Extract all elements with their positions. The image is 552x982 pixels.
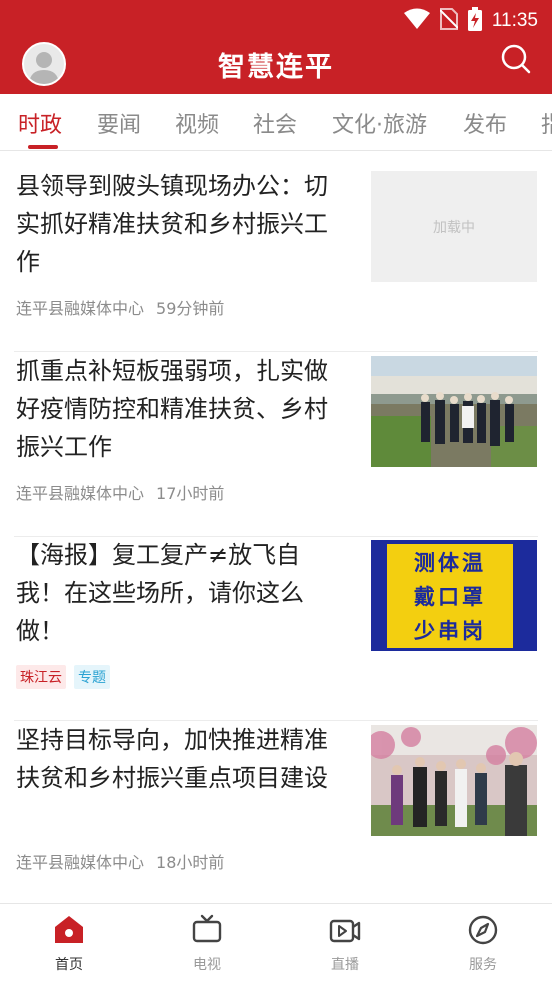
news-thumbnail-photo: [371, 725, 537, 836]
nav-home[interactable]: 首页: [0, 904, 138, 982]
live-video-icon: [329, 919, 361, 943]
news-thumbnail-photo: [371, 356, 537, 467]
news-thumbnail-loading: 加载中: [371, 171, 537, 282]
nav-tv[interactable]: 电视: [138, 904, 276, 982]
search-button[interactable]: [500, 43, 532, 75]
poster-line: 戴口罩: [414, 585, 486, 609]
news-item[interactable]: 县领导到陂头镇现场办公：切实抓好精准扶贫和乡村振兴工作 连平县融媒体中心 59分钟…: [14, 167, 538, 352]
news-tags: 珠江云 专题: [16, 665, 118, 689]
tab-fabu[interactable]: 发布: [463, 107, 507, 139]
tab-wenhua-lvyou[interactable]: 文化·旅游: [332, 107, 427, 139]
news-item[interactable]: 抓重点补短板强弱项，扎实做好疫情防控和精准扶贫、乡村振兴工作 连平县融媒体中心 1…: [14, 352, 538, 537]
news-title: 【海报】复工复产≠放飞自我！在这些场所，请你这么做！: [16, 541, 304, 645]
tab-shizheng[interactable]: 时政: [18, 107, 62, 139]
news-time: 18小时前: [156, 853, 225, 872]
status-time: 11:35: [491, 10, 538, 31]
battery-charging-icon: [467, 7, 482, 35]
tag-zhujiangyun: 珠江云: [16, 665, 66, 689]
home-icon: [55, 916, 83, 943]
tab-shehui[interactable]: 社会: [253, 107, 297, 139]
nav-service[interactable]: 服务: [414, 904, 552, 982]
tab-shipin[interactable]: 视频: [175, 107, 219, 139]
tag-zhuanti: 专题: [74, 665, 110, 689]
loading-text: 加载中: [433, 219, 475, 236]
app-title: 智慧连平: [218, 52, 334, 83]
news-time: 59分钟前: [156, 299, 225, 318]
nav-label: 首页: [55, 957, 83, 973]
news-item[interactable]: 坚持目标导向，加快推进精准扶贫和乡村振兴重点项目建设 连平县融媒体中心 18小时前: [14, 721, 538, 906]
wifi-icon: [403, 8, 430, 34]
news-meta: 连平县融媒体中心 59分钟前: [16, 295, 224, 319]
status-bar: 11:35: [0, 0, 552, 38]
poster-line: 测体温: [414, 551, 486, 575]
news-source: 连平县融媒体中心: [16, 484, 145, 503]
tab-yaowen[interactable]: 要闻: [97, 107, 141, 139]
news-title: 县领导到陂头镇现场办公：切实抓好精准扶贫和乡村振兴工作: [16, 172, 328, 276]
news-meta: 连平县融媒体中心 18小时前: [16, 849, 224, 873]
news-item[interactable]: 【海报】复工复产≠放飞自我！在这些场所，请你这么做！ 珠江云 专题 测体温 戴口罩…: [14, 536, 538, 721]
news-source: 连平县融媒体中心: [16, 853, 145, 872]
active-tab-indicator: [28, 145, 58, 149]
tab-partial[interactable]: 指: [541, 107, 552, 139]
poster-text: 测体温 戴口罩 少串岗: [387, 546, 513, 648]
poster-line: 少串岗: [414, 619, 486, 643]
news-source: 连平县融媒体中心: [16, 299, 145, 318]
tv-icon: [192, 914, 222, 943]
news-title: 坚持目标导向，加快推进精准扶贫和乡村振兴重点项目建设: [16, 726, 328, 792]
news-thumbnail-poster: 测体温 戴口罩 少串岗: [371, 540, 537, 651]
app-bar: 智慧连平: [0, 38, 552, 94]
no-sim-icon: [439, 8, 459, 34]
nav-label: 直播: [331, 957, 359, 973]
nav-live[interactable]: 直播: [276, 904, 414, 982]
nav-label: 电视: [193, 957, 221, 973]
status-icons: 11:35: [403, 7, 538, 35]
news-title: 抓重点补短板强弱项，扎实做好疫情防控和精准扶贫、乡村振兴工作: [16, 357, 328, 461]
channel-tabs: 时政 要闻 视频 社会 文化·旅游 发布 指: [0, 94, 552, 151]
bottom-navigation: 首页 电视 直播 服务: [0, 903, 552, 982]
news-time: 17小时前: [156, 484, 225, 503]
news-meta: 连平县融媒体中心 17小时前: [16, 480, 224, 504]
compass-icon: [468, 915, 498, 945]
nav-label: 服务: [469, 957, 497, 973]
search-icon: [501, 44, 531, 74]
